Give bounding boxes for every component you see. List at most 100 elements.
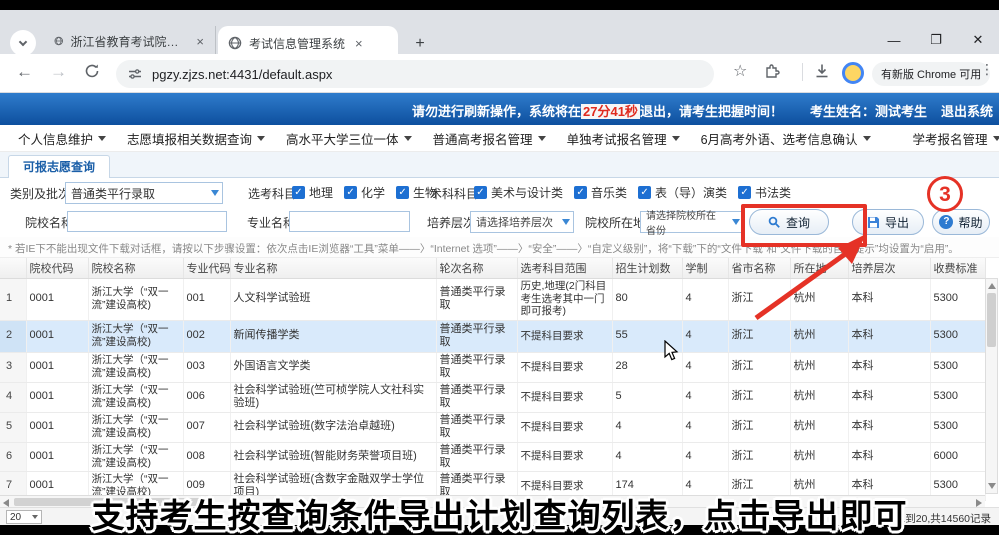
vertical-scrollbar[interactable] [985, 278, 998, 494]
menu-item-2[interactable]: 高水平大学三位一体 [286, 129, 412, 148]
checkbox-checked-icon[interactable]: ✓ [474, 186, 487, 199]
close-tab-icon[interactable]: × [193, 34, 207, 49]
table-header-row: 院校代码院校名称专业代码专业名称轮次名称选考科目范围招生计划数学制省市名称所在地… [0, 258, 985, 278]
checkbox-checked-icon[interactable]: ✓ [292, 186, 305, 199]
checkbox-checked-icon[interactable]: ✓ [638, 186, 651, 199]
table-cell: 杭州 [790, 382, 848, 412]
toolbar-divider [802, 63, 803, 81]
table-row[interactable]: 20001浙江大学（“双一流”建设高校)002新闻传播学类普通类平行录取不提科目… [0, 320, 985, 352]
warning-suffix: 退出，请考生把握时间！ [640, 104, 783, 119]
table-row[interactable]: 50001浙江大学（“双一流”建设高校)007社会科学试验班(数字法治卓越班)普… [0, 412, 985, 442]
table-cell: 浙江大学（“双一流”建设高校) [88, 278, 183, 320]
chevron-down-icon [732, 219, 740, 225]
art-subject-checkbox-0[interactable]: ✓美术与设计类 [474, 184, 563, 201]
table-cell: 5300 [930, 412, 985, 442]
browser-tab-active[interactable]: 考试信息管理系统 × [218, 26, 398, 60]
checkbox-checked-icon[interactable]: ✓ [574, 186, 587, 199]
table-row[interactable]: 40001浙江大学（“双一流”建设高校)006社会科学试验班(竺可桢学院人文社科… [0, 382, 985, 412]
table-cell: 浙江大学（“双一流”建设高校) [88, 320, 183, 352]
column-header: 专业代码 [183, 258, 230, 278]
table-row[interactable]: 30001浙江大学（“双一流”建设高校)003外国语言文学类普通类平行录取不提科… [0, 352, 985, 382]
tab-title: 浙江省教育考试院官网 考生办… [70, 33, 186, 50]
close-tab-icon[interactable]: × [352, 36, 366, 51]
browser-menu-icon[interactable]: ⋮ [980, 61, 994, 78]
menu-item-5[interactable]: 6月高考外语、选考信息确认 [701, 129, 871, 148]
table-cell: 003 [183, 352, 230, 382]
chevron-down-icon [993, 136, 999, 141]
art-subject-checkbox-2[interactable]: ✓表（导）演类 [638, 184, 727, 201]
table-row[interactable]: 60001浙江大学（“双一流”建设高校)008社会科学试验班(智能财务荣誉项目班… [0, 442, 985, 471]
art-subject-checkbox-3[interactable]: ✓ 书法类 [738, 184, 791, 201]
column-header: 院校名称 [88, 258, 183, 278]
table-cell: 社会科学试验班(智能财务荣誉项目班) [230, 442, 436, 471]
table-cell: 4 [682, 352, 728, 382]
subject-checkbox-0[interactable]: ✓ 地理 [292, 184, 333, 201]
table-cell: 浙江大学（“双一流”建设高校) [88, 382, 183, 412]
table-cell: 杭州 [790, 442, 848, 471]
chrome-update-chip[interactable]: 有新版 Chrome 可用 [872, 62, 990, 86]
new-tab-button[interactable]: + [408, 32, 432, 56]
back-button[interactable]: ← [16, 62, 33, 82]
browser-tab-inactive[interactable]: 浙江省教育考试院官网 考生办… × [44, 26, 216, 56]
scroll-up-icon[interactable] [988, 283, 996, 289]
session-notice-bar: 请勿进行刷新操作，系统将在27分41秒退出，请考生把握时间！ 考生姓名：测试考生… [0, 93, 999, 125]
profile-avatar[interactable] [842, 62, 864, 84]
table-cell: 浙江大学（“双一流”建设高校) [88, 442, 183, 471]
vertical-scroll-thumb[interactable] [987, 293, 996, 347]
menu-item-0[interactable]: 个人信息维护 [18, 129, 106, 148]
row-index-header [0, 258, 26, 278]
help-button[interactable]: ? 帮助 [932, 209, 990, 235]
help-button-label: 帮助 [958, 214, 982, 231]
table-cell: 社会科学试验班(数字法治卓越班) [230, 412, 436, 442]
table-cell: 不提科目要求 [517, 442, 612, 471]
school-name-input[interactable] [67, 211, 227, 232]
table-cell: 4 [682, 278, 728, 320]
menu-item-label: 单独考试报名管理 [567, 129, 667, 148]
column-header: 招生计划数 [612, 258, 682, 278]
table-cell: 80 [612, 278, 682, 320]
chevron-down-icon [211, 190, 219, 196]
table-row[interactable]: 10001浙江大学（“双一流”建设高校)001人文科学试验班普通类平行录取历史,… [0, 278, 985, 320]
browser-tab-bar: 浙江省教育考试院官网 考生办… × 考试信息管理系统 × + — ❐ ✕ [0, 10, 999, 54]
tab-plan-query[interactable]: 可报志愿查询 [8, 155, 110, 178]
checkbox-label: 书法类 [755, 184, 791, 201]
menu-item-3[interactable]: 普通高考报名管理 [433, 129, 546, 148]
table-cell: 4 [682, 412, 728, 442]
subject-checkbox-1[interactable]: ✓化学 [344, 184, 385, 201]
tab-search-button[interactable] [10, 30, 36, 56]
checkbox-checked-icon[interactable]: ✓ [396, 186, 409, 199]
column-header: 专业名称 [230, 258, 436, 278]
table-cell: 本科 [848, 382, 930, 412]
major-name-input[interactable] [289, 211, 410, 232]
menu-item-4[interactable]: 单独考试报名管理 [567, 129, 680, 148]
logout-button[interactable]: 退出系统 [941, 101, 993, 120]
level-select[interactable]: 请选择培养层次 [470, 211, 574, 233]
extensions-icon[interactable] [764, 63, 780, 79]
table-cell: 5300 [930, 278, 985, 320]
download-icon[interactable] [814, 63, 830, 79]
table-cell: 4 [612, 442, 682, 471]
forward-button[interactable]: → [50, 62, 67, 82]
level-placeholder: 请选择培养层次 [476, 214, 553, 230]
menu-item-1[interactable]: 志愿填报相关数据查询 [127, 129, 265, 148]
site-info-icon[interactable] [128, 67, 142, 81]
table-cell: 6000 [930, 442, 985, 471]
location-select[interactable]: 请选择院校所在省份 [640, 211, 744, 233]
column-header: 培养层次 [848, 258, 930, 278]
table-cell: 4 [0, 382, 26, 412]
checkbox-label: 地理 [309, 184, 333, 201]
menu-item-6[interactable]: 学考报名管理 [913, 129, 999, 148]
checkbox-checked-icon[interactable]: ✓ [738, 186, 751, 199]
warning-prefix: 请勿进行刷新操作，系统将在 [412, 104, 581, 119]
table-cell: 0001 [26, 382, 88, 412]
bookmark-star-icon[interactable]: ☆ [733, 61, 747, 81]
checkbox-label: 音乐类 [591, 184, 627, 201]
annotation-step-number: 3 [927, 176, 963, 212]
panel-tab-strip: 可报志愿查询 [0, 152, 999, 178]
address-bar[interactable]: pgzy.zjzs.net:4431/default.aspx [116, 60, 714, 88]
art-subject-checkbox-1[interactable]: ✓ 音乐类 [574, 184, 627, 201]
checkbox-checked-icon[interactable]: ✓ [344, 186, 357, 199]
category-label: 类别及批次 [10, 185, 70, 202]
reload-button[interactable] [84, 63, 100, 79]
category-select[interactable]: 普通类平行录取 [65, 182, 223, 204]
